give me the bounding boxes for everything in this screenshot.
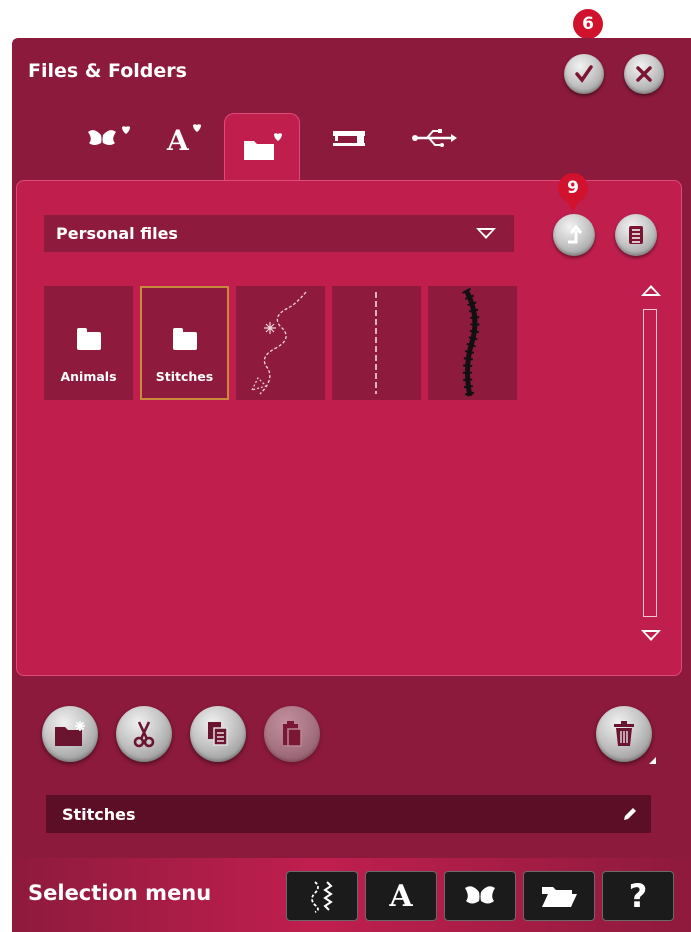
straight-stitch-preview <box>375 292 377 394</box>
butterfly-icon <box>465 886 495 904</box>
folder-icon <box>173 328 197 350</box>
file-manager-button[interactable] <box>523 871 595 921</box>
open-folder-icon <box>542 887 577 907</box>
files-folders-window: Files & Folders A Personal files 9 Anima… <box>12 38 691 932</box>
help-icon: ? <box>628 877 648 915</box>
more-options-corner-icon <box>649 757 656 764</box>
file-name-value: Stitches <box>62 804 136 824</box>
usb-icon <box>412 129 457 147</box>
butterfly-heart-icon <box>88 126 130 145</box>
paste-icon <box>283 721 302 747</box>
stitch-file-tile[interactable] <box>236 286 325 400</box>
sewing-machine-icon <box>333 131 365 146</box>
stitch-file-tile[interactable] <box>332 286 421 400</box>
new-folder-button[interactable] <box>42 706 98 762</box>
cut-button[interactable] <box>116 706 172 762</box>
scissors-icon <box>133 721 155 748</box>
tab-embroidery-favorites[interactable] <box>70 108 144 168</box>
location-dropdown[interactable]: Personal files <box>44 215 514 252</box>
confirm-button[interactable] <box>564 54 604 94</box>
folder-heart-icon <box>244 133 282 160</box>
location-label: Personal files <box>56 224 178 243</box>
delete-button[interactable] <box>596 706 656 764</box>
close-icon <box>636 66 652 82</box>
selection-menu-title: Selection menu <box>28 881 212 905</box>
folder-label: Stitches <box>155 369 214 384</box>
trash-icon <box>614 721 634 746</box>
tab-personal-files[interactable] <box>224 113 300 182</box>
new-folder-icon <box>55 721 85 746</box>
list-view-button[interactable] <box>615 214 657 256</box>
step-badge-9: 9 <box>558 173 588 212</box>
check-icon <box>575 65 593 83</box>
selection-menu-bar: Selection menu A ? <box>12 858 691 932</box>
file-browser-panel: Personal files 9 Animals Stitches <box>16 173 682 676</box>
font-menu-button[interactable]: A <box>365 871 437 921</box>
paste-button[interactable] <box>264 706 320 762</box>
up-one-level-button[interactable] <box>553 214 595 256</box>
scrollbar-track[interactable] <box>643 309 657 617</box>
list-icon <box>629 226 643 244</box>
copy-icon <box>208 722 228 746</box>
satin-stitch-preview <box>461 287 480 397</box>
scroll-up-arrow-icon[interactable] <box>641 285 661 296</box>
tab-usb[interactable] <box>396 108 470 168</box>
folder-tile-stitches[interactable]: Stitches <box>140 286 229 400</box>
decorative-stitch-preview <box>250 291 307 395</box>
font-icon: A <box>389 878 413 914</box>
svg-text:A: A <box>166 124 190 154</box>
letter-a-heart-icon: A <box>166 124 201 154</box>
file-name-field[interactable]: Stitches <box>46 795 651 833</box>
embroidery-menu-button[interactable] <box>444 871 516 921</box>
folder-label: Animals <box>60 369 117 384</box>
copy-button[interactable] <box>190 706 246 762</box>
tab-font-favorites[interactable]: A <box>148 108 222 168</box>
chevron-down-icon <box>476 228 496 239</box>
step-badge-6: 6 <box>573 9 603 48</box>
window-title: Files & Folders <box>28 60 187 82</box>
help-button[interactable]: ? <box>602 871 674 921</box>
up-arrow-icon <box>568 224 583 244</box>
close-button[interactable] <box>624 54 664 94</box>
stitch-icon <box>311 881 333 913</box>
folder-tile-animals[interactable]: Animals <box>44 286 133 400</box>
tab-machine[interactable] <box>312 108 386 168</box>
pencil-icon[interactable] <box>621 805 639 823</box>
folder-icon <box>77 328 101 350</box>
scroll-down-arrow-icon[interactable] <box>641 630 661 641</box>
stitch-menu-button[interactable] <box>286 871 358 921</box>
stitch-file-tile[interactable] <box>428 286 517 400</box>
